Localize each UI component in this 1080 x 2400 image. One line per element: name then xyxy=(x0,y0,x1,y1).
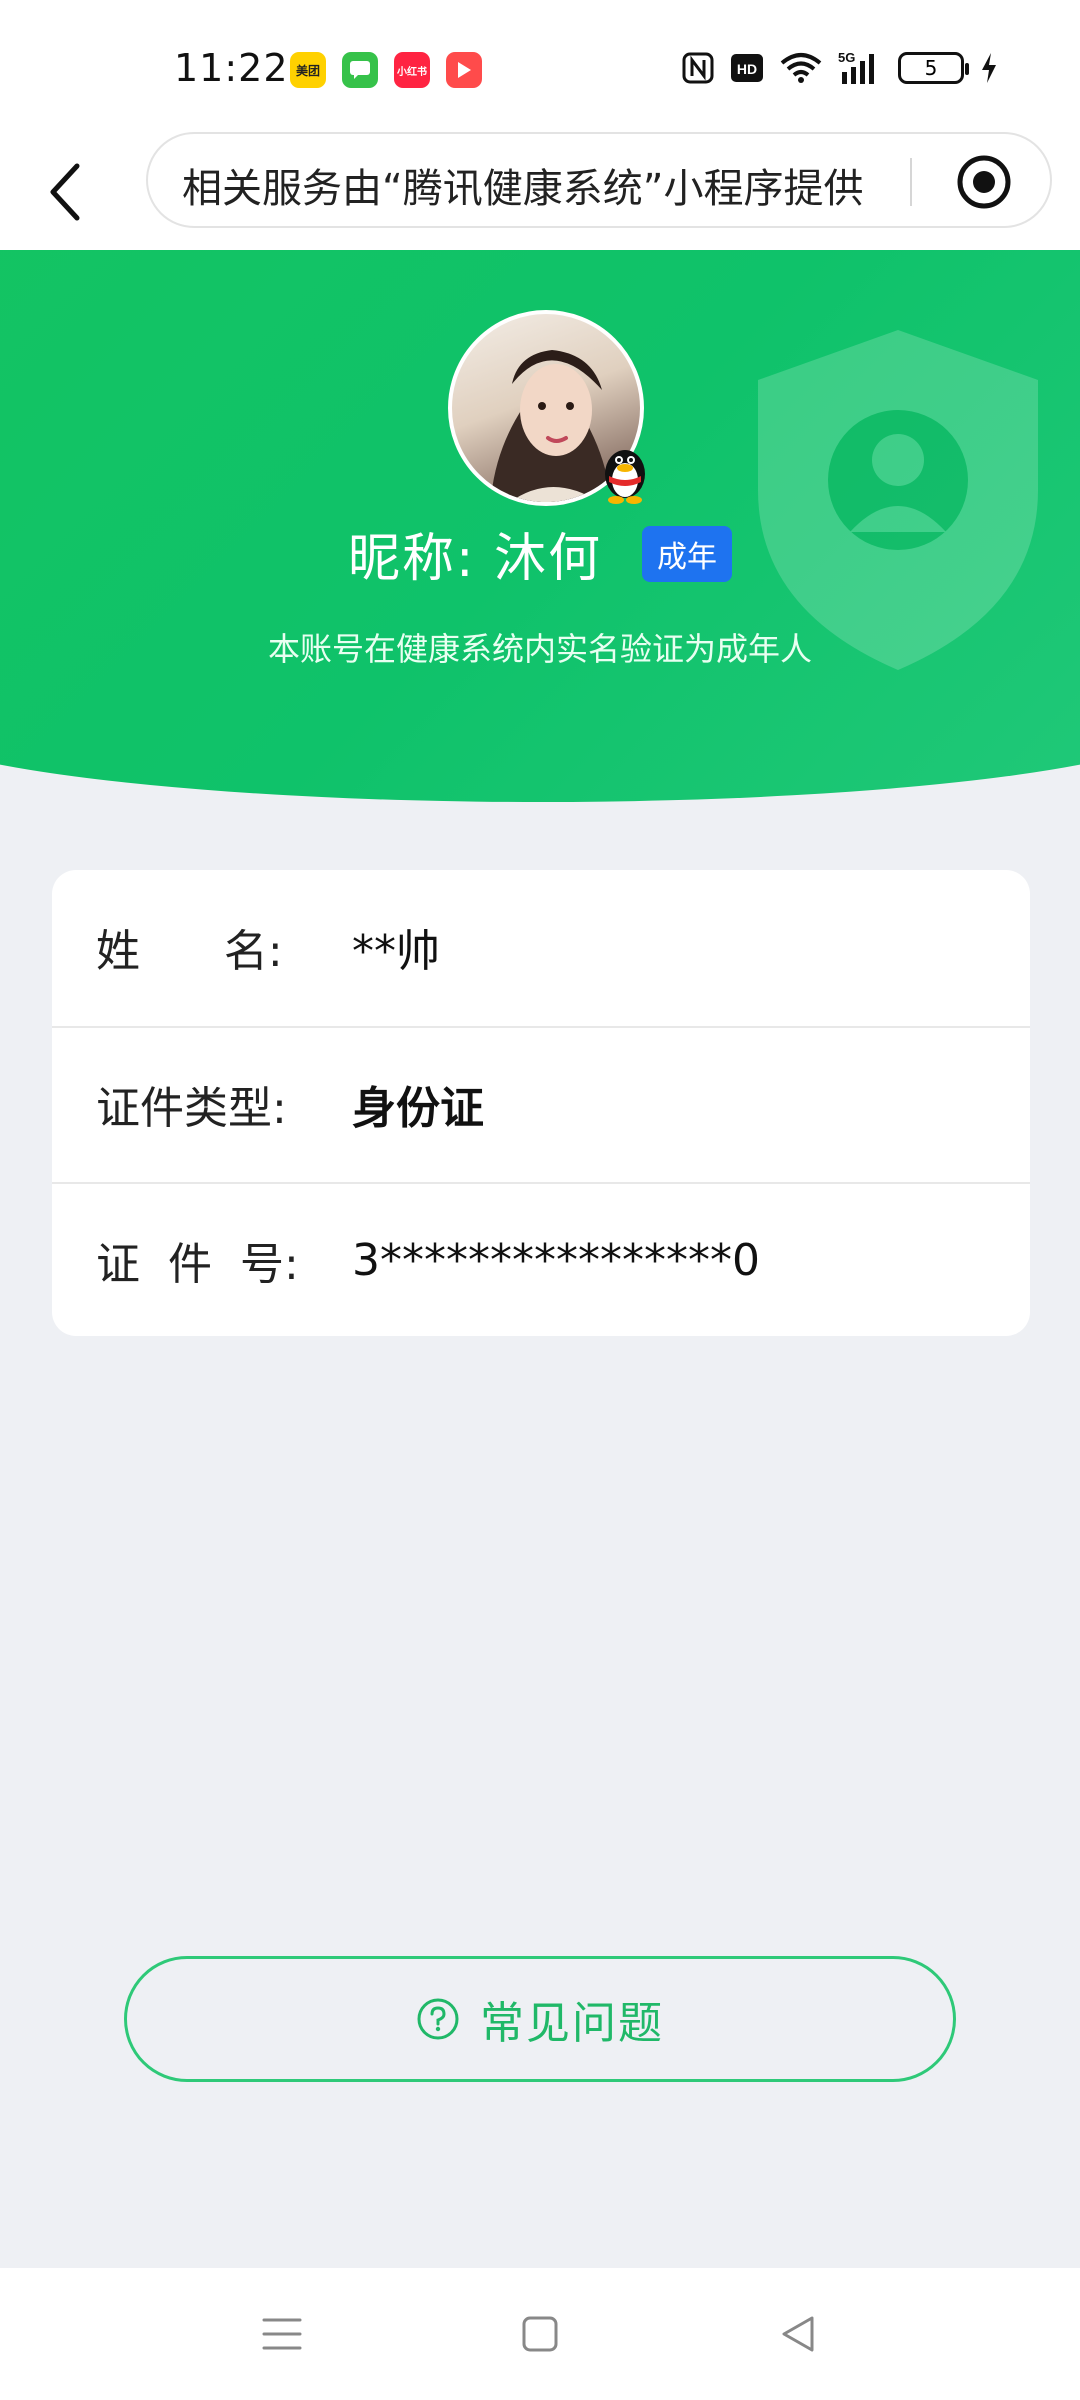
message-app-icon xyxy=(342,52,378,88)
home-button[interactable] xyxy=(510,2304,570,2364)
hd-icon: HD xyxy=(730,50,764,86)
signal-5g-icon: 5G xyxy=(838,50,882,86)
record-button[interactable] xyxy=(956,154,1012,210)
charging-icon xyxy=(980,50,998,86)
notification-app-icons: 美团 小红书 xyxy=(290,52,482,88)
capsule-divider xyxy=(910,158,912,206)
id-number-value: 3****************0 xyxy=(352,1234,760,1286)
svg-text:5G: 5G xyxy=(838,50,855,65)
faq-button[interactable]: 常见问题 xyxy=(124,1956,956,2082)
svg-text:HD: HD xyxy=(737,61,757,77)
service-provider-text: 相关服务由“腾讯健康系统”小程序提供 xyxy=(182,166,864,212)
name-value: **帅 xyxy=(352,926,440,977)
home-square-icon xyxy=(522,2316,558,2352)
back-arrow-icon xyxy=(50,163,80,221)
nfc-icon xyxy=(682,50,714,86)
status-time: 11:22 xyxy=(174,46,289,90)
menu-button[interactable] xyxy=(252,2304,312,2364)
info-row-id-number: 证 件 号: 3****************0 xyxy=(52,1182,1030,1336)
adult-status-badge: 成年 xyxy=(642,525,733,582)
info-row-name: 姓 名: **帅 xyxy=(52,870,1030,1024)
service-provider-capsule[interactable]: 相关服务由“腾讯健康系统”小程序提供 xyxy=(146,132,1052,228)
meituan-app-icon: 美团 xyxy=(290,52,326,88)
video-app-icon xyxy=(446,52,482,88)
name-label: 姓 名: xyxy=(96,926,283,977)
id-type-value: 身份证 xyxy=(352,1083,484,1134)
back-triangle-icon xyxy=(782,2316,814,2352)
id-type-label: 证件类型: xyxy=(96,1083,287,1134)
nickname: 昵称: 沐何 xyxy=(347,529,603,589)
nickname-row: 昵称: 沐何 成年 xyxy=(0,516,1080,591)
identity-info-card: 姓 名: **帅 证件类型: 身份证 证 件 号: 3*************… xyxy=(52,870,1030,1336)
menu-icon xyxy=(262,2318,302,2350)
verification-note: 本账号在健康系统内实名验证为成年人 xyxy=(267,630,812,668)
info-row-id-type: 证件类型: 身份证 xyxy=(52,1026,1030,1180)
status-bar: 11:22 美团 小红书 HD 5G 5 xyxy=(0,0,1080,132)
system-navigation-bar xyxy=(0,2268,1080,2400)
profile-header: 昵称: 沐何 成年 本账号在健康系统内实名验证为成年人 xyxy=(0,250,1080,810)
back-system-button[interactable] xyxy=(768,2304,828,2364)
mini-program-nav-bar: 相关服务由“腾讯健康系统”小程序提供 xyxy=(0,132,1080,250)
status-icons: HD 5G 5 xyxy=(682,50,998,86)
faq-label: 常见问题 xyxy=(480,1998,664,2049)
battery-indicator: 5 xyxy=(898,52,969,84)
question-circle-icon xyxy=(417,1998,459,2040)
back-button[interactable] xyxy=(40,152,90,232)
qq-penguin-icon xyxy=(598,438,652,504)
record-target-icon xyxy=(957,155,1011,209)
id-number-label: 证 件 号: xyxy=(96,1239,299,1290)
wifi-icon xyxy=(780,50,822,86)
xiaohongshu-app-icon: 小红书 xyxy=(394,52,430,88)
